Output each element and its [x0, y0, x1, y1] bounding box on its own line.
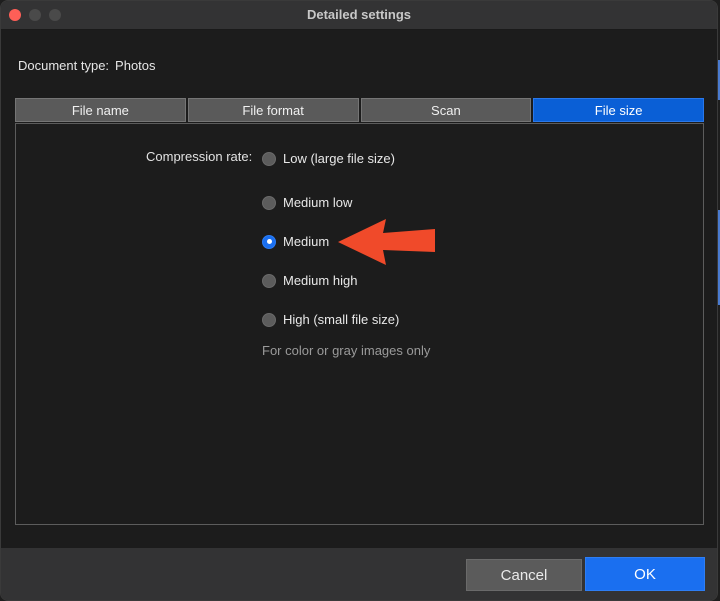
document-type-label: Document type: [18, 58, 110, 73]
compression-option-medium[interactable]: Medium [262, 234, 329, 249]
compression-rate-label: Compression rate: [146, 149, 253, 164]
radio-button-medium-low[interactable] [262, 195, 276, 210]
radio-selected-dot [266, 239, 272, 244]
compression-option-label: Medium high [283, 273, 358, 288]
tab-scan[interactable]: Scan [360, 98, 532, 122]
ok-button[interactable]: OK [585, 557, 705, 591]
compression-option-medium-low[interactable]: Medium low [262, 195, 352, 210]
compression-option-label: Medium low [283, 195, 353, 210]
compression-option-label: Low (large file size) [283, 151, 395, 166]
radio-button-low[interactable] [262, 151, 276, 166]
tab-file-format[interactable]: File format [187, 98, 359, 122]
radio-button-medium[interactable] [262, 234, 276, 249]
dialog-content: Document type: Photos File name File form… [1, 30, 717, 548]
compression-option-label: Medium [283, 234, 330, 249]
detailed-settings-window: Detailed settings Document type: Photos F… [0, 0, 718, 601]
document-type-value: Photos [115, 58, 156, 73]
cancel-button[interactable]: Cancel [466, 559, 582, 591]
dialog-footer: Cancel OK [1, 548, 717, 600]
radio-button-medium-high[interactable] [262, 273, 276, 288]
compression-option-medium-high[interactable]: Medium high [262, 273, 357, 288]
radio-button-high[interactable] [262, 312, 276, 327]
settings-tabs: File name File format Scan File size [15, 98, 704, 123]
red-arrow-icon [338, 219, 435, 265]
compression-option-label: High (small file size) [283, 312, 400, 327]
document-type-row: Document type: Photos [18, 58, 156, 73]
file-size-panel: Compression rate: Low (large file size) … [15, 123, 704, 525]
compression-option-low[interactable]: Low (large file size) [262, 151, 395, 166]
compression-note: For color or gray images only [262, 343, 431, 358]
tab-file-name[interactable]: File name [15, 98, 186, 122]
compression-option-high[interactable]: High (small file size) [262, 312, 399, 327]
title-bar: Detailed settings [1, 1, 717, 30]
window-title: Detailed settings [306, 7, 412, 22]
tab-file-size[interactable]: File size [533, 98, 704, 122]
